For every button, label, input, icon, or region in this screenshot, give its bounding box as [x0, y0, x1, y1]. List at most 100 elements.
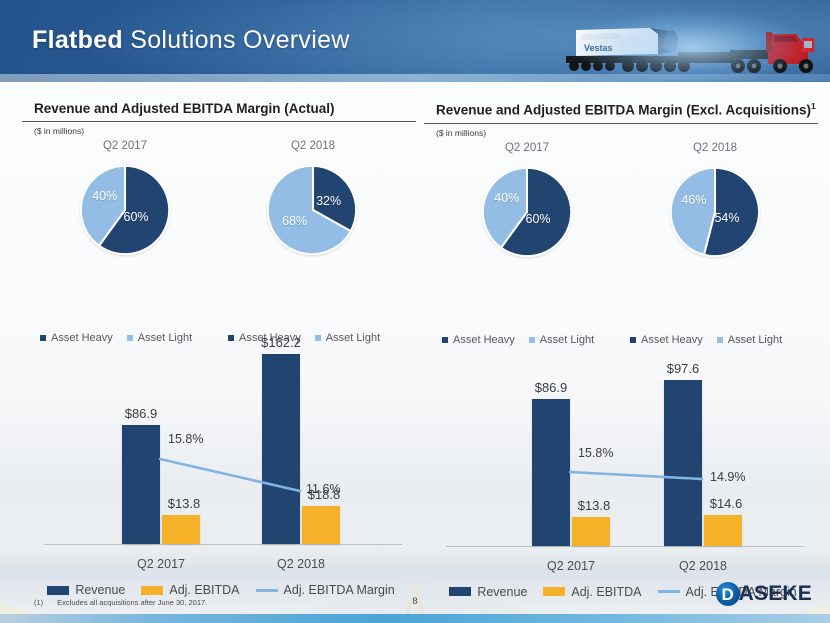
logo-circle-d-icon: D — [715, 582, 740, 606]
legend-label-asset-heavy: Asset Heavy — [641, 333, 703, 346]
flatbed-truck-with-wind-turbine-icon: Vestas — [558, 8, 826, 80]
margin-value-q2-2017: 15.8% — [578, 445, 614, 460]
panel-excl-title-footnote-marker: 1 — [811, 101, 816, 111]
pie-period-label: Q2 2017 — [102, 140, 148, 152]
legend-swatch-asset-heavy — [630, 336, 636, 343]
legend-label-revenue: Revenue — [477, 584, 528, 599]
legend-swatch-revenue — [449, 587, 472, 596]
margin-value-q2-2017: 15.8% — [168, 432, 204, 446]
pie-chart-q2-2017-actual: 60% 40% — [79, 164, 171, 256]
pie-group-q2-2017-actual: Q2 2017 60% 40% — [30, 140, 220, 256]
legend-item-asset-heavy[interactable]: Asset Heavy — [630, 334, 703, 346]
x-axis-tick-q2-2017: Q2 2017 — [547, 558, 595, 573]
legend-item-revenue[interactable]: Revenue — [449, 585, 527, 599]
legend-label-asset-light: Asset Light — [727, 333, 783, 346]
panel-excl-units: ($ in millions) — [436, 127, 487, 138]
legend-label-asset-light: Asset Light — [325, 332, 381, 344]
legend-label-adj-ebitda-margin: Adj. EBITDA Margin — [283, 583, 395, 597]
legend-item-adj-ebitda[interactable]: Adj. EBITDA — [543, 584, 642, 599]
x-axis-tick-q2-2017: Q2 2017 — [137, 557, 185, 571]
slide-header: Flatbed Solutions Overview Vestas — [0, 0, 830, 82]
legend-label-asset-heavy: Asset Heavy — [453, 333, 515, 346]
pie-slice-value-asset-heavy: 60% — [123, 210, 149, 225]
legend-item-adj-ebitda-margin[interactable]: Adj. EBITDA Margin — [255, 583, 395, 597]
margin-value-q2-2018: 14.9% — [710, 469, 746, 484]
pie-slice-value-asset-heavy: 32% — [316, 193, 342, 208]
panel-actual-title-text: Revenue and Adjusted EBITDA Margin (Actu… — [34, 101, 335, 116]
panel-actual-units: ($ in millions) — [34, 126, 85, 136]
legend-label-revenue: Revenue — [75, 583, 126, 597]
pie-slice-value-asset-light: 40% — [92, 189, 118, 204]
panel-actual-pie-legend: Asset Heavy Asset Light Asset Heavy Asse… — [22, 332, 420, 352]
legend-label-asset-light: Asset Light — [137, 332, 193, 344]
page-title-bold: Flatbed — [32, 26, 123, 54]
legend-swatch-adj-ebitda — [543, 587, 566, 596]
pie-legend-q2-2018: Asset Heavy Asset Light — [228, 332, 380, 344]
legend-item-adj-ebitda[interactable]: Adj. EBITDA — [141, 583, 240, 597]
page-title: Flatbed Solutions Overview — [32, 26, 350, 55]
panel-excl-title: Revenue and Adjusted EBITDA Margin (Excl… — [424, 98, 822, 123]
pie-period-label: Q2 2017 — [504, 141, 550, 154]
pie-group-q2-2018-actual: Q2 2018 32% 68% — [218, 140, 408, 256]
legend-item-asset-light[interactable]: Asset Light — [314, 332, 381, 344]
pie-group-q2-2018-excl: Q2 2018 54% 46% — [620, 142, 810, 258]
legend-swatch-asset-light — [314, 335, 321, 341]
pie-slice-value-asset-light: 46% — [681, 192, 707, 207]
pie-slice-value-asset-heavy: 60% — [525, 211, 551, 226]
legend-swatch-asset-heavy — [442, 336, 448, 343]
legend-swatch-adj-ebitda — [141, 585, 164, 595]
panel-actual-title: Revenue and Adjusted EBITDA Margin (Actu… — [22, 98, 420, 121]
legend-swatch-asset-heavy — [228, 335, 234, 341]
bar-chart-actual: $86.9 $13.8 $162.2 $18.8 15.8% 11.6% Q2 … — [22, 335, 420, 579]
legend-swatch-asset-heavy — [40, 335, 46, 341]
legend-label-asset-light: Asset Light — [539, 333, 595, 346]
legend-swatch-adj-ebitda-margin — [657, 590, 680, 593]
pie-legend-q2-2018: Asset Heavy Asset Light — [630, 334, 782, 346]
bar-chart-excl: $86.9 $13.8 $97.6 $14.6 15.8% 14.9% Q2 2… — [424, 356, 822, 581]
legend-item-asset-light[interactable]: Asset Light — [716, 333, 783, 346]
pie-group-q2-2017-excl: Q2 2017 60% 40% — [432, 142, 622, 258]
panel-actual-pie-row: Q2 2017 60% 40% Q2 2018 32% 68% — [22, 140, 420, 330]
slide-canvas: Flatbed Solutions Overview Vestas — [0, 0, 830, 623]
legend-item-asset-heavy[interactable]: Asset Heavy — [40, 332, 113, 344]
legend-label-adj-ebitda: Adj. EBITDA — [571, 584, 642, 599]
footnote: (1) Excludes all acquisitions after June… — [34, 598, 207, 607]
panel-excl-acquisitions: Revenue and Adjusted EBITDA Margin (Excl… — [424, 98, 822, 599]
legend-swatch-asset-light — [126, 335, 133, 341]
pie-legend-q2-2017: Asset Heavy Asset Light — [442, 334, 594, 346]
footnote-marker: (1) — [34, 598, 44, 607]
bar-value-revenue-q2-2018: $162.2 — [261, 335, 301, 350]
panel-excl-pie-row: Q2 2017 60% 40% Q2 2018 54% 46% — [424, 142, 822, 332]
legend-item-asset-light[interactable]: Asset Light — [126, 332, 193, 344]
legend-item-asset-light[interactable]: Asset Light — [528, 333, 595, 346]
pie-slice-value-asset-light: 68% — [282, 214, 308, 229]
bottom-accent-bar — [0, 614, 830, 623]
margin-line-series-excl — [568, 470, 704, 480]
pie-period-label: Q2 2018 — [692, 141, 738, 154]
truck-glow — [558, 8, 826, 80]
panel-excl-pie-legend: Asset Heavy Asset Light Asset Heavy Asse… — [424, 334, 822, 354]
margin-value-q2-2018: 11.6% — [306, 482, 341, 496]
margin-line-series-actual — [158, 457, 302, 493]
pie-slice-value-asset-heavy: 54% — [714, 210, 740, 225]
pie-chart-q2-2018-excl: 54% 46% — [669, 166, 761, 258]
daseke-logo: D ASEKE — [715, 582, 812, 606]
legend-item-revenue[interactable]: Revenue — [47, 583, 125, 597]
footnote-text: Excludes all acquisitions after June 30,… — [57, 598, 208, 607]
legend-swatch-adj-ebitda-margin — [255, 588, 278, 592]
panel-excl-title-text: Revenue and Adjusted EBITDA Margin (Excl… — [436, 102, 812, 118]
pie-period-label: Q2 2018 — [290, 140, 336, 152]
page-title-regular: Solutions Overview — [123, 26, 350, 54]
legend-item-asset-heavy[interactable]: Asset Heavy — [442, 334, 515, 346]
panel-actual: Revenue and Adjusted EBITDA Margin (Actu… — [22, 98, 420, 597]
pie-chart-q2-2017-excl: 60% 40% — [481, 166, 573, 258]
legend-label-adj-ebitda: Adj. EBITDA — [169, 583, 240, 597]
x-axis-tick-q2-2018: Q2 2018 — [679, 558, 727, 573]
page-number: 8 — [412, 596, 418, 607]
pie-chart-q2-2018-actual: 32% 68% — [267, 164, 359, 256]
pie-legend-q2-2017: Asset Heavy Asset Light — [40, 332, 192, 344]
logo-wordmark: ASEKE — [738, 582, 812, 605]
legend-swatch-asset-light — [528, 336, 535, 343]
legend-swatch-revenue — [47, 585, 70, 595]
legend-swatch-asset-light — [716, 336, 723, 343]
